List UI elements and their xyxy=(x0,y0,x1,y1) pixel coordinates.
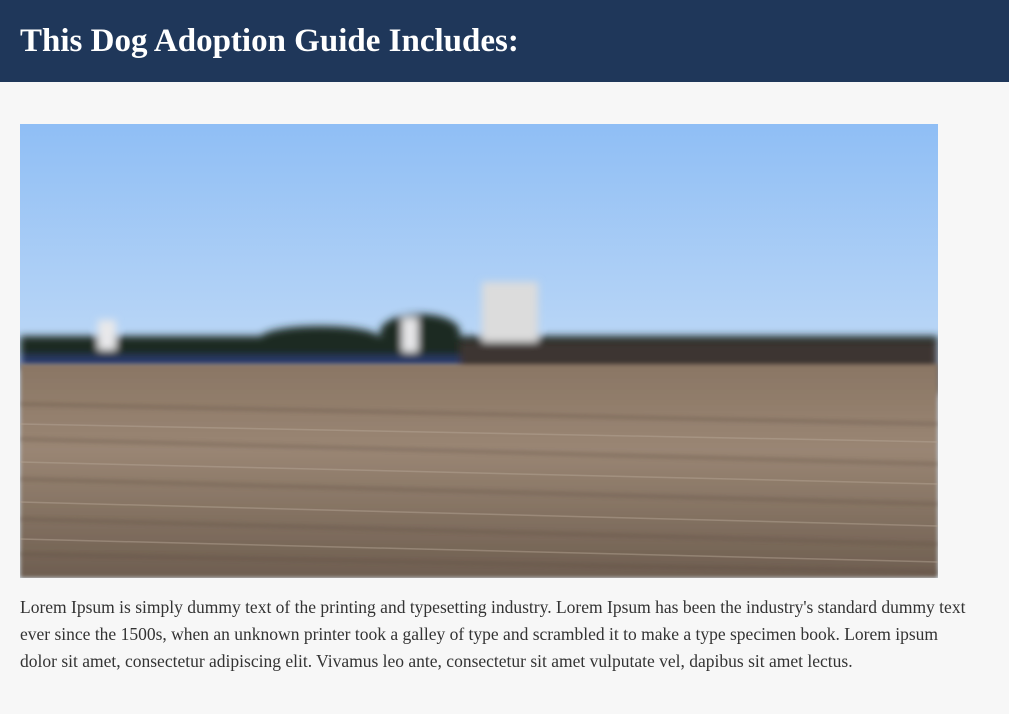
page-header: This Dog Adoption Guide Includes: xyxy=(0,0,1009,82)
page-title: This Dog Adoption Guide Includes: xyxy=(20,23,519,59)
main-content: Lorem Ipsum is simply dummy text of the … xyxy=(20,124,990,675)
description-paragraph: Lorem Ipsum is simply dummy text of the … xyxy=(20,597,966,671)
blurred-pier-photo xyxy=(20,124,938,578)
